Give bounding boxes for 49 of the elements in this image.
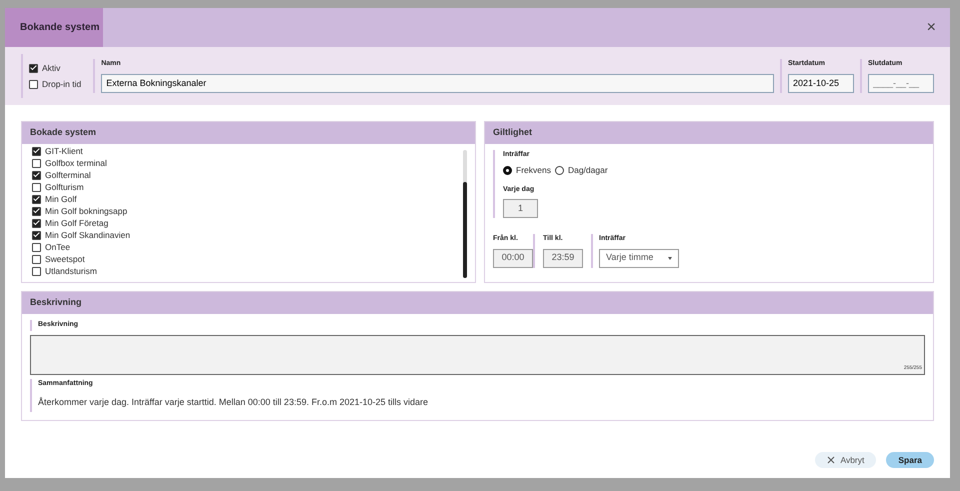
checkbox[interactable] (32, 158, 41, 168)
checkbox-label: Aktiv (42, 62, 60, 74)
checkbox-label: Golfbox terminal (45, 156, 107, 170)
close-icon (827, 456, 836, 464)
caret-icon (668, 256, 672, 260)
radio-label: Frekvens (516, 164, 551, 177)
checkbox-label: OnTee (45, 240, 70, 254)
checkbox[interactable] (32, 170, 41, 180)
save-button[interactable]: Spara (886, 452, 934, 468)
panel-header: Giltlighet (485, 122, 933, 144)
checkbox[interactable] (29, 80, 38, 88)
input-field[interactable]: ____-__-__ (868, 74, 934, 93)
checkbox[interactable] (32, 230, 41, 240)
time-field[interactable]: 23:59 (543, 248, 583, 268)
checkbox-label: Min Golf Företag (45, 216, 108, 230)
cancel-button[interactable]: Avbryt (815, 452, 876, 468)
checkbox-label: Min Golf bokningsapp (45, 204, 128, 218)
select-value: Varje timme (606, 251, 654, 264)
checkbox[interactable] (32, 194, 41, 204)
checkbox[interactable] (32, 206, 41, 216)
radio-button[interactable] (503, 166, 512, 175)
close-button[interactable]: × (912, 8, 950, 47)
checkbox[interactable] (32, 242, 41, 252)
checkbox-label: Min Golf Skandinavien (45, 228, 130, 242)
number-field[interactable]: 1 (503, 199, 538, 218)
checkbox-label: Min Golf (45, 192, 77, 206)
radio-button[interactable] (554, 166, 564, 175)
dialog-title: Bokande system (5, 8, 103, 47)
checkbox-label: Drop-in tid (42, 78, 82, 90)
checkbox[interactable] (29, 64, 38, 72)
summary-text: Återkommer varje dag. Inträffar varje starttid. Mellan 00:00 till 23:59. Fr.o.m 2021-10-25 tills vidare (38, 396, 430, 409)
scrollbar[interactable] (463, 150, 467, 278)
checkbox-label: Sweetspot (45, 252, 85, 266)
checkbox-label: GIT-Klient (45, 144, 83, 158)
checkbox[interactable] (32, 254, 41, 264)
checkbox[interactable] (32, 146, 41, 156)
radio-label: Dag/dagar (568, 164, 608, 177)
checkbox[interactable] (32, 266, 41, 276)
checkbox-label: Utlandsturism (45, 264, 97, 278)
input-field[interactable]: 2021-10-25 (788, 74, 854, 93)
time-field[interactable]: 00:00 (493, 248, 533, 268)
panel-header: Bokade system (22, 122, 475, 144)
select-field[interactable]: Varje timme (599, 248, 679, 268)
checkbox-label: Golfturism (45, 180, 84, 194)
panel-header: Beskrivning (22, 292, 933, 314)
checkbox-label: Golfterminal (45, 168, 91, 182)
checkbox[interactable] (32, 218, 41, 228)
checkbox[interactable] (32, 182, 41, 192)
input-field[interactable]: Externa Bokningskanaler (101, 74, 774, 93)
